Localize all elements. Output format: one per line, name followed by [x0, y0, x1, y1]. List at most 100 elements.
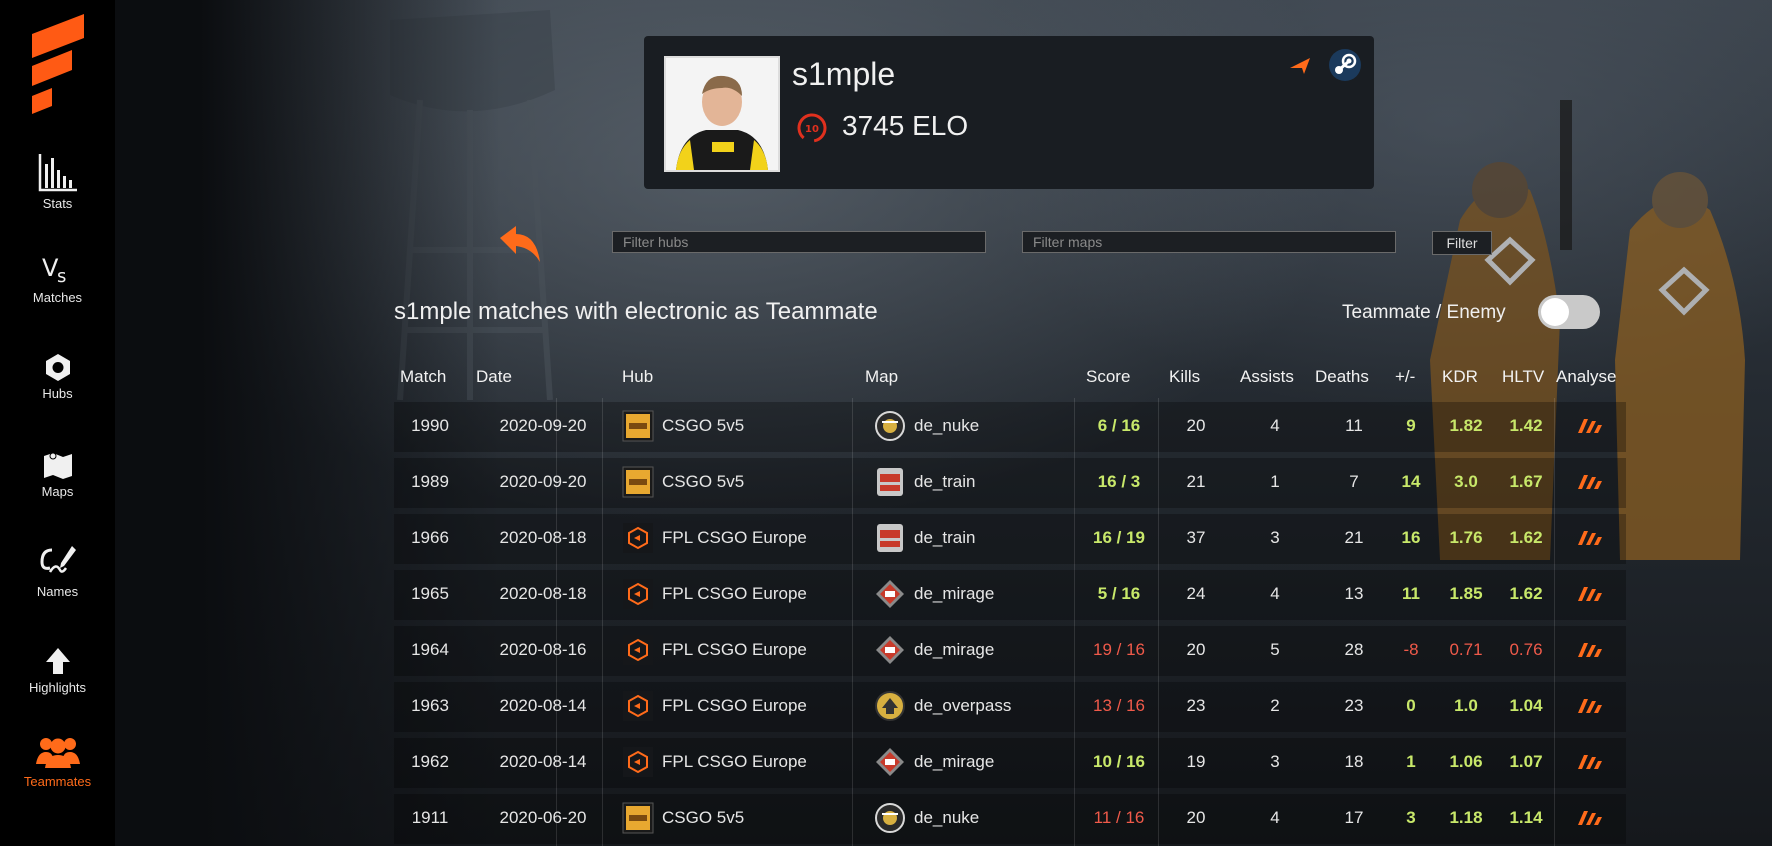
cell-analyse[interactable] [1556, 622, 1626, 678]
cell-match[interactable]: 1966 [394, 510, 466, 566]
cell-score-text: 10 / 16 [1093, 752, 1145, 771]
table-row[interactable]: 1911 2020-06-20 CSGO 5v5 de_nuke 11 / 16 20 4 1… [394, 790, 1626, 846]
cell-score: 6 / 16 [1074, 398, 1164, 454]
cell-kdr-text: 1.85 [1449, 584, 1483, 603]
cell-hltv: 1.62 [1496, 566, 1556, 622]
sidebar-item-hubs[interactable]: Hubs [0, 352, 115, 401]
sidebar-item-highlights[interactable]: Highlights [0, 646, 115, 695]
cell-analyse[interactable] [1556, 734, 1626, 790]
header-hub[interactable]: Hub [622, 356, 702, 398]
analyse-icon[interactable] [1578, 699, 1604, 713]
csgo-hub-icon [622, 410, 654, 442]
analyse-icon[interactable] [1578, 419, 1604, 433]
cell-hub-text: CSGO 5v5 [662, 808, 745, 827]
back-arrow-icon[interactable] [496, 224, 544, 266]
cell-score-text: 16 / 3 [1097, 472, 1141, 491]
table-row[interactable]: 1966 2020-08-18 FPL CSGO Europe de_train 16 … [394, 510, 1626, 566]
header-diff[interactable]: +/- [1395, 356, 1425, 398]
cell-date: 2020-09-20 [466, 454, 620, 510]
cell-match[interactable]: 1911 [394, 790, 466, 846]
sidebar-item-maps[interactable]: Maps [0, 450, 115, 499]
teammate-enemy-toggle[interactable] [1538, 295, 1600, 329]
header-map[interactable]: Map [865, 356, 945, 398]
cell-assists-text: 3 [1270, 528, 1280, 547]
sidebar-item-label: Names [36, 584, 79, 599]
cell-deaths: 18 [1322, 734, 1386, 790]
faceit-stats-logo[interactable] [28, 12, 88, 116]
analyse-icon[interactable] [1578, 643, 1604, 657]
cell-map-text: de_train [914, 528, 976, 547]
filter-maps-input[interactable] [1022, 231, 1396, 253]
cell-analyse[interactable] [1556, 566, 1626, 622]
cell-match[interactable]: 1989 [394, 454, 466, 510]
header-deaths[interactable]: Deaths [1315, 356, 1385, 398]
table-row[interactable]: 1965 2020-08-18 FPL CSGO Europe de_mirage 5 … [394, 566, 1626, 622]
sidebar-item-names[interactable]: Names [0, 544, 115, 599]
analyse-icon[interactable] [1578, 811, 1604, 825]
table-row[interactable]: 1990 2020-09-20 CSGO 5v5 de_nuke 6 / 16 20 4 11… [394, 398, 1626, 454]
cell-match[interactable]: 1964 [394, 622, 466, 678]
signature-icon [39, 546, 76, 573]
skill-level-badge: 10 [797, 113, 827, 143]
cell-analyse[interactable] [1556, 454, 1626, 510]
header-assists[interactable]: Assists [1240, 356, 1310, 398]
table-row[interactable]: 1963 2020-08-14 FPL CSGO Europe de_overpass… [394, 678, 1626, 734]
header-analyse: Analyse [1556, 367, 1617, 386]
cell-analyse[interactable] [1556, 510, 1626, 566]
versus-icon: V s [42, 254, 66, 286]
sidebar-item-stats[interactable]: Stats [0, 152, 115, 211]
cell-score-text: 5 / 16 [1097, 584, 1141, 603]
cell-match[interactable]: 1962 [394, 734, 466, 790]
cell-date-text: 2020-08-14 [499, 752, 587, 771]
cell-hub: FPL CSGO Europe [622, 510, 842, 566]
cell-map-text: de_overpass [914, 696, 1012, 715]
cell-kills-text: 19 [1186, 752, 1206, 771]
fpl-hub-icon [623, 523, 653, 553]
header-date[interactable]: Date [476, 356, 556, 398]
cell-kills-text: 20 [1186, 416, 1206, 435]
cell-analyse[interactable] [1556, 398, 1626, 454]
cell-kdr: 1.85 [1436, 566, 1496, 622]
header-match[interactable]: Match [400, 356, 460, 398]
cell-match-text: 1911 [411, 808, 449, 827]
arrow-up-icon [45, 648, 70, 674]
cell-hltv: 1.07 [1496, 734, 1556, 790]
column-divider [852, 398, 853, 454]
column-divider [852, 790, 853, 846]
cell-match[interactable]: 1965 [394, 566, 466, 622]
cell-diff-text: 11 [1402, 584, 1420, 603]
header-hltv[interactable]: HLTV [1502, 356, 1552, 398]
cell-map: de_nuke [874, 790, 1074, 846]
de-train-map-icon [877, 468, 903, 496]
sidebar-item-matches[interactable]: V s Matches [0, 252, 115, 305]
cell-match-text: 1964 [411, 640, 449, 659]
sidebar-item-label: Matches [32, 290, 83, 305]
steam-link-icon[interactable] [1328, 48, 1362, 82]
table-row[interactable]: 1964 2020-08-16 FPL CSGO Europe de_mirage 19… [394, 622, 1626, 678]
cell-match[interactable]: 1963 [394, 678, 466, 734]
analyse-icon[interactable] [1578, 531, 1604, 545]
header-kills[interactable]: Kills [1169, 356, 1219, 398]
header-score[interactable]: Score [1086, 356, 1146, 398]
cell-analyse[interactable] [1556, 790, 1626, 846]
cell-diff: 0 [1386, 678, 1436, 734]
analyse-icon[interactable] [1578, 755, 1604, 769]
cell-hltv-text: 1.62 [1509, 584, 1543, 603]
filter-button[interactable]: Filter [1432, 231, 1492, 255]
cell-kills-text: 24 [1186, 584, 1206, 603]
faceit-link-icon[interactable] [1288, 54, 1312, 78]
analyse-icon[interactable] [1578, 587, 1604, 601]
de-mirage-map-icon [876, 748, 904, 776]
table-row[interactable]: 1989 2020-09-20 CSGO 5v5 de_train 16 / 3 21 1 7… [394, 454, 1626, 510]
cell-date-text: 2020-08-14 [499, 696, 587, 715]
cell-score: 13 / 16 [1074, 678, 1164, 734]
sidebar-item-teammates[interactable]: Teammates [0, 734, 115, 789]
sidebar-item-label: Stats [42, 196, 73, 211]
cell-match[interactable]: 1990 [394, 398, 466, 454]
filter-hubs-input[interactable] [612, 231, 986, 253]
cell-analyse[interactable] [1556, 678, 1626, 734]
table-row[interactable]: 1962 2020-08-14 FPL CSGO Europe de_mirage 10… [394, 734, 1626, 790]
cell-score-text: 16 / 19 [1093, 528, 1145, 547]
analyse-icon[interactable] [1578, 475, 1604, 489]
header-kdr[interactable]: KDR [1442, 356, 1486, 398]
